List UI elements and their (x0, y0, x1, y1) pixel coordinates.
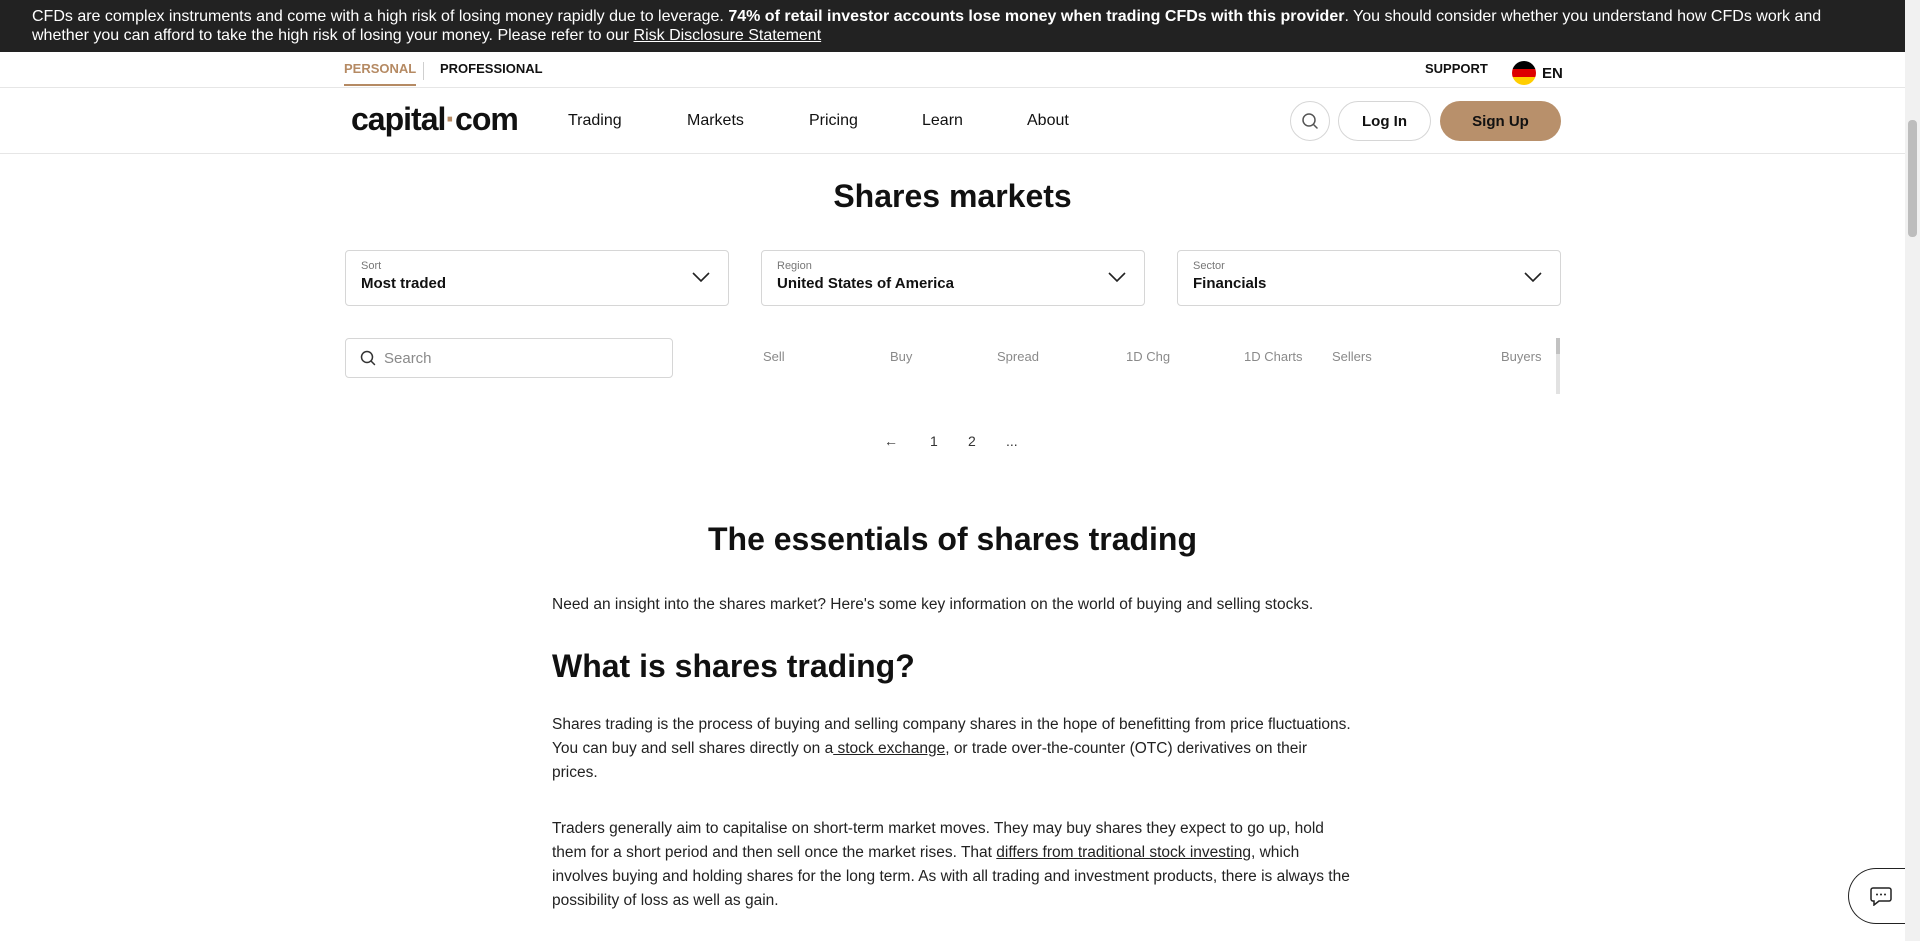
sort-label: Sort (361, 260, 382, 272)
column-buyers[interactable]: Buyers (1501, 349, 1541, 364)
sort-dropdown[interactable]: Sort Most traded (345, 250, 729, 306)
article-paragraph: Shares trading is the process of buying … (552, 713, 1352, 785)
tab-professional[interactable]: PROFESSIONAL (440, 61, 543, 76)
article-title: The essentials of shares trading (707, 521, 1198, 557)
chevron-down-icon (692, 272, 710, 283)
markets-search[interactable] (345, 338, 673, 378)
language-selector[interactable]: EN (1512, 61, 1563, 85)
region-label: Region (777, 260, 812, 272)
column-spread[interactable]: Spread (997, 349, 1039, 364)
region-dropdown[interactable]: Region United States of America (761, 250, 1145, 306)
sector-value: Financials (1193, 275, 1267, 292)
article-intro: Need an insight into the shares market? … (552, 596, 1314, 613)
pagination-prev[interactable]: ← (884, 433, 898, 449)
signup-button[interactable]: Sign Up (1440, 101, 1561, 141)
divider (423, 62, 424, 80)
column-buy[interactable]: Buy (890, 349, 912, 364)
search-button[interactable] (1290, 101, 1330, 141)
nav-learn[interactable]: Learn (922, 112, 963, 130)
tab-personal[interactable]: PERSONAL (344, 61, 417, 86)
column-1d-charts: 1D Charts (1244, 349, 1303, 364)
nav-markets[interactable]: Markets (687, 112, 744, 130)
column-sellers[interactable]: Sellers (1332, 349, 1372, 364)
support-link[interactable]: SUPPORT (1425, 61, 1488, 76)
germany-flag-icon (1512, 61, 1536, 85)
column-1d-change[interactable]: 1D Chg (1126, 349, 1170, 364)
region-value: United States of America (777, 275, 954, 292)
pagination-ellipsis[interactable]: ... (1006, 433, 1018, 449)
main-navigation: capital·com Trading Markets Pricing Lear… (0, 88, 1905, 154)
logo-text: capital (351, 101, 446, 137)
login-button[interactable]: Log In (1338, 101, 1431, 141)
table-scrollbar[interactable] (1556, 338, 1560, 394)
nav-trading[interactable]: Trading (568, 112, 622, 130)
column-sell[interactable]: Sell (763, 349, 785, 364)
language-code: EN (1542, 64, 1563, 82)
sector-dropdown[interactable]: Sector Financials (1177, 250, 1561, 306)
page-scrollbar[interactable] (1905, 0, 1920, 941)
logo-text-suffix: com (455, 101, 519, 137)
chevron-down-icon (1524, 272, 1542, 283)
scrollbar-thumb[interactable] (1908, 120, 1917, 237)
pagination-page-1[interactable]: 1 (930, 433, 938, 449)
search-icon (1302, 113, 1318, 129)
chat-icon (1870, 887, 1892, 906)
page-title: Shares markets (833, 178, 1072, 214)
stock-investing-link[interactable]: differs from traditional stock investing (996, 844, 1251, 861)
pagination-page-2[interactable]: 2 (968, 433, 976, 449)
section-title: What is shares trading? (552, 648, 915, 684)
risk-text: CFDs are complex instruments and come wi… (32, 8, 729, 25)
capital-com-logo[interactable]: capital·com (351, 101, 519, 138)
logo-dot: · (445, 101, 456, 137)
chat-widget-button[interactable] (1848, 868, 1905, 924)
risk-warning-banner: CFDs are complex instruments and come wi… (0, 0, 1905, 52)
chevron-down-icon (1108, 272, 1126, 283)
article-paragraph: Traders generally aim to capitalise on s… (552, 817, 1352, 913)
risk-disclosure-link[interactable]: Risk Disclosure Statement (634, 27, 822, 44)
sort-value: Most traded (361, 275, 447, 292)
nav-about[interactable]: About (1027, 112, 1069, 130)
search-icon (360, 350, 376, 366)
risk-text-bold: 74% of retail investor accounts lose mon… (728, 8, 1345, 25)
nav-pricing[interactable]: Pricing (809, 112, 858, 130)
top-bar: PERSONAL PROFESSIONAL SUPPORT EN (0, 52, 1905, 88)
search-input[interactable] (384, 349, 654, 367)
stock-exchange-link[interactable]: stock exchange (833, 740, 945, 757)
sector-label: Sector (1193, 260, 1225, 272)
